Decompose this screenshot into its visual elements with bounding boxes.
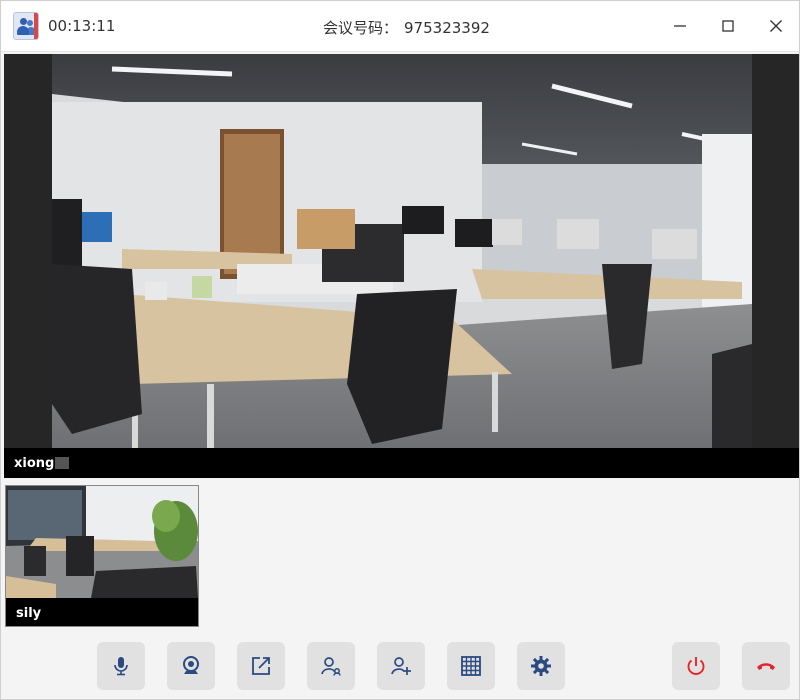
settings-button[interactable] [517,642,565,690]
hang-up-button[interactable] [742,642,790,690]
thumbnail-video-feed [6,486,198,598]
power-icon [687,657,705,675]
grid-layout-button[interactable] [447,642,495,690]
maximize-button[interactable] [715,13,741,39]
close-icon [770,20,782,32]
meeting-window: 00:13:11 会议号码： 975323392 xiong sily [0,0,800,700]
power-button[interactable] [672,642,720,690]
settings-icon [531,656,551,676]
add-participant-button[interactable] [377,642,425,690]
meeting-number-value: 975323392 [404,19,490,37]
maximize-icon [722,20,734,32]
share-screen-button[interactable] [237,642,285,690]
meeting-number-label: 会议号码： [323,19,399,37]
add-participant-icon [391,657,411,675]
participants-icon [321,657,341,676]
participant-thumbnail[interactable]: sily [5,485,199,627]
main-participant-name: xiong [14,456,70,471]
meeting-timer: 00:13:11 [48,17,116,35]
app-logo-icon [13,12,39,40]
microphone-button[interactable] [97,642,145,690]
redaction-block [55,457,70,469]
camera-button[interactable] [167,642,215,690]
hang-up-icon [757,663,775,670]
participants-button[interactable] [307,642,355,690]
meeting-number: 会议号码： 975323392 [323,17,490,38]
grid-layout-icon [461,656,481,676]
minimize-icon [674,25,686,27]
minimize-button[interactable] [667,13,693,39]
main-video-name-bar: xiong [4,448,799,478]
close-button[interactable] [763,13,789,39]
microphone-icon [114,657,128,676]
share-screen-icon [252,657,270,675]
camera-icon [183,656,199,674]
title-bar: 00:13:11 会议号码： 975323392 [1,1,799,52]
thumbnail-participant-name: sily [16,606,42,621]
main-video-tile[interactable]: xiong [4,54,799,478]
main-video-feed [52,54,752,448]
